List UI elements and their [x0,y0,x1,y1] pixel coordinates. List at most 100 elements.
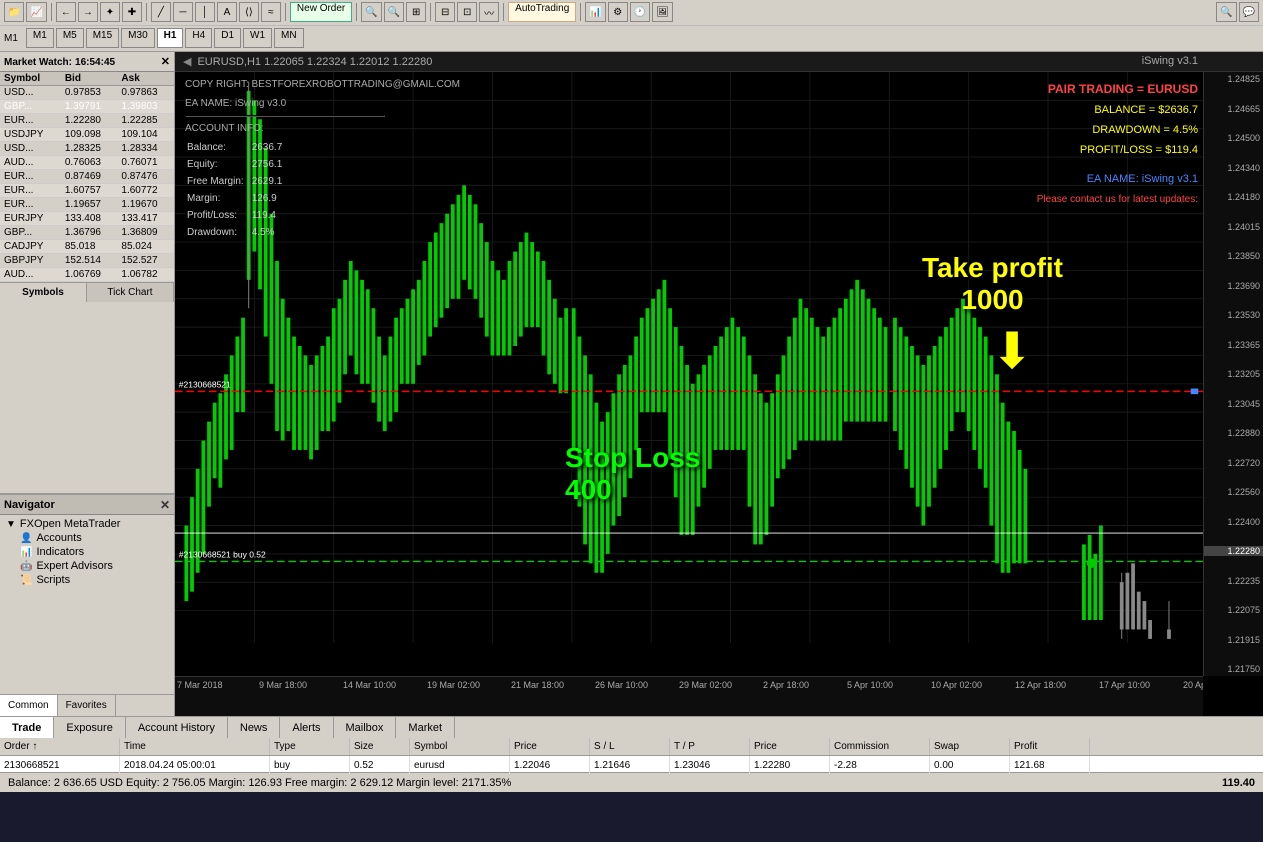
tab-symbols[interactable]: Symbols [0,283,87,302]
tab-alerts[interactable]: Alerts [280,717,333,738]
mw-ask: 1.19670 [117,198,174,212]
toolbar-btn-line[interactable]: ╱ [151,2,171,22]
toolbar-btn-chat[interactable]: 💬 [1239,2,1259,22]
market-watch-row[interactable]: USD... 0.97853 0.97863 [0,86,174,100]
market-watch-row[interactable]: USD... 1.28325 1.28334 [0,142,174,156]
mw-ask: 1.36809 [117,226,174,240]
timeframe-btn-m1[interactable]: M1 [26,28,54,48]
col-swap: Swap [930,738,1010,755]
market-watch-row[interactable]: AUD... 0.76063 0.76071 [0,156,174,170]
tab-account-history[interactable]: Account History [126,717,228,738]
separator5 [430,3,431,21]
toolbar-btn-line2[interactable]: 〰 [479,2,499,22]
new-order-button[interactable]: New Order [290,2,352,22]
orders-table-row[interactable]: 2130668521 2018.04.24 05:00:01 buy 0.52 … [0,756,1263,774]
market-watch-row[interactable]: EUR... 1.19657 1.19670 [0,198,174,212]
toolbar-btn-back[interactable]: ← [56,2,76,22]
timeframe-btn-m15[interactable]: M15 [86,28,119,48]
timeframe-buttons: M1M5M15M30H1H4D1W1MN [26,28,306,48]
market-watch-row[interactable]: GBP... 1.36796 1.36809 [0,226,174,240]
tab-tick-chart[interactable]: Tick Chart [87,283,174,302]
market-watch-row[interactable]: EURJPY 133.408 133.417 [0,212,174,226]
market-watch-row[interactable]: EUR... 1.22280 1.22285 [0,114,174,128]
left-tab-common[interactable]: Common [0,695,58,716]
toolbar-btn-hline[interactable]: ─ [173,2,193,22]
autotrading-button[interactable]: AutoTrading [508,2,576,22]
left-tab-favorites[interactable]: Favorites [58,695,116,716]
toolbar-btn-fib[interactable]: ≈ [261,2,281,22]
toolbar-btn-bar[interactable]: ⊟ [435,2,455,22]
toolbar-btn-vline[interactable]: │ [195,2,215,22]
nav-item-root-label: FXOpen MetaTrader [20,518,120,530]
market-watch-row[interactable]: GBP... 1.39791 1.39803 [0,100,174,114]
timeframe-btn-d1[interactable]: D1 [214,28,241,48]
toolbar-btn-abc[interactable]: ⟨⟩ [239,2,259,22]
nav-item-expert-advisors[interactable]: 🤖 Expert Advisors [0,559,174,573]
nav-item-scripts[interactable]: 📜 Scripts [0,573,174,587]
timeframe-btn-mn[interactable]: MN [274,28,304,48]
navigator-close-button[interactable]: ✕ [160,498,170,512]
price-13: 1.22880 [1204,428,1263,438]
nav-item-indicators-label: Indicators [36,546,84,558]
toolbar-btn-misc4[interactable]: 🖼 [652,2,673,22]
mw-symbol: AUD... [0,268,61,282]
toolbar-btn-search[interactable]: 🔍 [1216,2,1236,22]
tab-mailbox[interactable]: Mailbox [334,717,397,738]
market-watch-row[interactable]: USDJPY 109.098 109.104 [0,128,174,142]
toolbar-btn-text[interactable]: A [217,2,237,22]
chart-title-bar: ◀ EURUSD,H1 1.22065 1.22324 1.22012 1.22… [175,52,1263,72]
market-watch-row[interactable]: EUR... 1.60757 1.60772 [0,184,174,198]
nav-item-indicators[interactable]: 📊 Indicators [0,545,174,559]
toolbar-btn-chart[interactable]: 📈 [26,2,46,22]
timeframe-btn-m5[interactable]: M5 [56,28,84,48]
tab-trade[interactable]: Trade [0,717,54,738]
chart-area[interactable]: ◀ EURUSD,H1 1.22065 1.22324 1.22012 1.22… [175,52,1263,716]
market-watch-row[interactable]: EUR... 0.87469 0.87476 [0,170,174,184]
col-price-current: Price [750,738,830,755]
tab-exposure[interactable]: Exposure [54,717,125,738]
take-profit-annotation: Take profit 1000 [922,252,1063,316]
iswing-version-label: iSwing v3.1 [1142,55,1198,67]
toolbar-btn-misc2[interactable]: ⚙ [608,2,628,22]
toolbar-btn-fit[interactable]: ⊞ [406,2,426,22]
timeframe-btn-h1[interactable]: H1 [157,28,184,48]
toolbar-btn-misc3[interactable]: 🕐 [630,2,650,22]
toolbar-btn-forward[interactable]: → [78,2,98,22]
order-tabs: Trade Exposure Account History News Aler… [0,716,1263,738]
toolbar-btn-cursor[interactable]: ✦ [100,2,120,22]
mw-ask: 152.527 [117,254,174,268]
svg-text:#2130668521 buy 0.52: #2130668521 buy 0.52 [179,550,266,560]
market-watch-row[interactable]: GBPJPY 152.514 152.527 [0,254,174,268]
toolbar-btn-candle[interactable]: ⊡ [457,2,477,22]
mw-symbol: EUR... [0,198,61,212]
toolbar-btn-zoomin[interactable]: 🔍 [361,2,381,22]
cell-commission: -2.28 [830,756,930,774]
toolbar-btn-zoomout[interactable]: 🔍 [384,2,404,22]
toolbar-btn-new-folder[interactable]: 📁 [4,2,24,22]
market-watch-label: Market Watch: [4,57,72,68]
mw-bid: 0.87469 [61,170,118,184]
arrow-down-icon: ⬇ [991,322,1033,380]
market-watch-row[interactable]: AUD... 1.06769 1.06782 [0,268,174,282]
timeframe-btn-w1[interactable]: W1 [243,28,272,48]
nav-item-root[interactable]: ▼ FXOpen MetaTrader [0,517,174,531]
cell-sl: 1.21646 [590,756,670,774]
market-watch-close-button[interactable]: ✕ [161,55,170,68]
tab-news[interactable]: News [228,717,281,738]
bottom-section: Trade Exposure Account History News Aler… [0,716,1263,772]
col-tp: T / P [670,738,750,755]
svg-text:#2130668521: #2130668521 [179,380,231,390]
nav-item-accounts[interactable]: 👤 Accounts [0,531,174,545]
separator [51,3,52,21]
timeframe-btn-m30[interactable]: M30 [121,28,154,48]
price-11: 1.23205 [1204,369,1263,379]
mw-bid: 85.018 [61,240,118,254]
tab-market[interactable]: Market [396,717,455,738]
nav-accounts-icon: 👤 [20,533,32,544]
col-price: Price [510,738,590,755]
mw-symbol: EUR... [0,184,61,198]
toolbar-btn-crosshair[interactable]: ✚ [122,2,142,22]
timeframe-btn-h4[interactable]: H4 [185,28,212,48]
market-watch-row[interactable]: CADJPY 85.018 85.024 [0,240,174,254]
toolbar-btn-misc1[interactable]: 📊 [585,2,605,22]
